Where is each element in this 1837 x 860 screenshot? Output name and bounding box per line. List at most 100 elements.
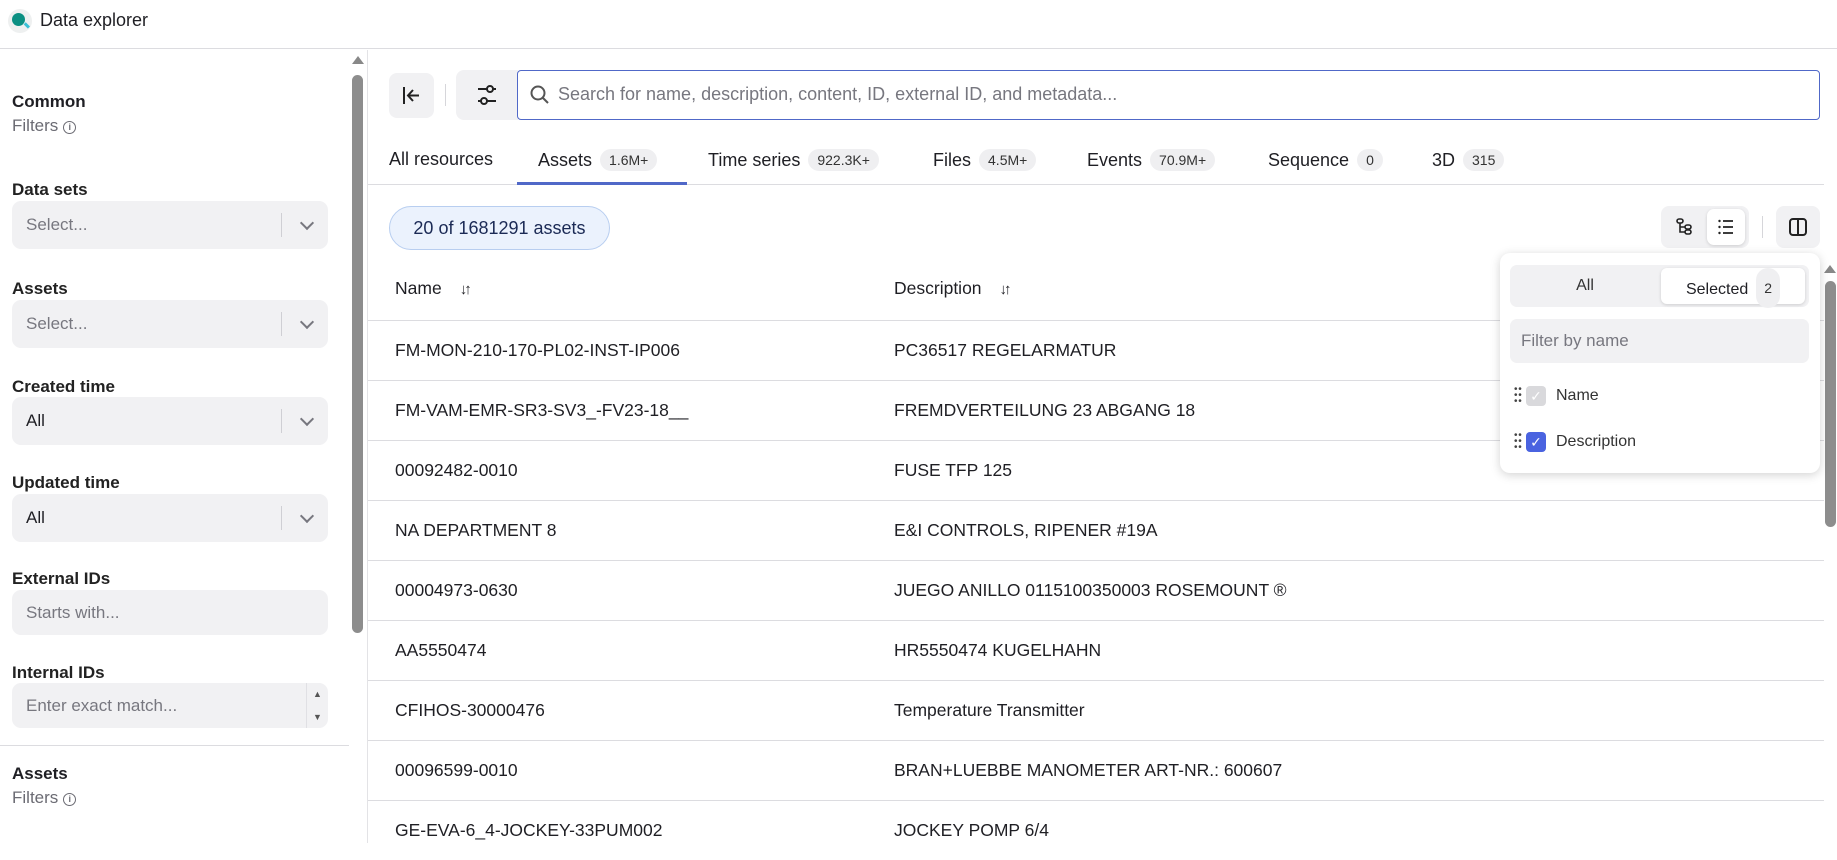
chevron-down-icon[interactable] <box>299 314 315 330</box>
view-toggle-group <box>1661 206 1749 248</box>
sidebar-scrollbar[interactable] <box>352 75 363 633</box>
column-header-label: Name <box>395 278 442 298</box>
chevron-down-icon[interactable] <box>299 215 315 231</box>
collapse-left-icon <box>403 87 419 104</box>
tab-all-resources[interactable]: All resources <box>389 149 493 170</box>
cell-name: 00004973-0630 <box>395 580 518 600</box>
table-row[interactable]: 00004973-0630 JUEGO ANILLO 0115100350003 … <box>368 560 1824 620</box>
info-icon[interactable]: i <box>63 121 77 134</box>
cell-description: HR5550474 KUGELHAHN <box>894 640 1102 660</box>
search-icon <box>530 85 549 104</box>
sort-icon[interactable]: ↓↑ <box>1000 281 1012 298</box>
drag-handle-icon[interactable]: • • • • • • <box>1514 384 1524 406</box>
table-row[interactable]: NA DEPARTMENT 8 E&I CONTROLS, RIPENER #19… <box>368 500 1824 560</box>
segment-all[interactable]: All <box>1510 265 1660 307</box>
select-separator <box>281 409 282 433</box>
assets-filters-subtitle: Filters i <box>12 788 77 808</box>
list-view-button[interactable] <box>1707 209 1745 245</box>
tab-count-badge: 4.5M+ <box>979 149 1037 171</box>
scroll-up-arrow-icon[interactable] <box>1824 265 1836 273</box>
chevron-down-icon[interactable] <box>299 411 315 427</box>
tab-sequence[interactable]: Sequence 0 <box>1268 149 1383 171</box>
filter-value: Select... <box>26 314 88 333</box>
selected-count-badge: 2 <box>1756 268 1781 308</box>
active-tab-indicator <box>517 182 687 185</box>
number-stepper[interactable]: ▲ ▼ <box>306 683 328 728</box>
column-picker-popover: All Selected 2 Filter by name • • • • • • ✓ N… <box>1500 253 1820 473</box>
search-placeholder: Search for name, description, content, I… <box>558 84 1118 104</box>
table-row[interactable]: 00096599-0010 BRAN+LUEBBE MANOMETER ART-N… <box>368 740 1824 800</box>
tab-label: 3D <box>1432 150 1456 170</box>
cell-description: FUSE TFP 125 <box>894 460 1013 480</box>
tab-files[interactable]: Files 4.5M+ <box>933 149 1037 171</box>
cell-name: FM-MON-210-170-PL02-INST-IP006 <box>395 340 680 360</box>
filter-value: All <box>26 411 45 430</box>
filter-label: Data sets <box>12 180 88 199</box>
toolbar-separator <box>445 84 446 106</box>
stepper-up-icon[interactable]: ▲ <box>307 683 328 706</box>
stepper-down-icon[interactable]: ▼ <box>307 706 328 729</box>
app-header: Data explorer <box>0 0 1837 49</box>
filter-select[interactable]: Select... <box>12 201 328 249</box>
app-title: Data explorer <box>40 10 149 30</box>
checkbox-checked[interactable]: ✓ <box>1526 431 1546 452</box>
split-panel-button[interactable] <box>1776 206 1820 248</box>
cell-name: CFIHOS-30000476 <box>395 700 545 720</box>
cell-name: 00096599-0010 <box>395 760 518 780</box>
search-input[interactable]: Search for name, description, content, I… <box>517 70 1820 120</box>
tab-count-badge: 922.3K+ <box>808 149 879 171</box>
collapse-sidebar-button[interactable] <box>389 73 434 118</box>
column-header-description[interactable]: Description ↓↑ <box>894 278 1012 299</box>
tab-count-badge: 315 <box>1463 149 1505 171</box>
table-row[interactable]: AA5550474 HR5550474 KUGELHAHN <box>368 620 1824 680</box>
filter-value: Enter exact match... <box>26 696 178 715</box>
cell-description: BRAN+LUEBBE MANOMETER ART-NR.: 600607 <box>894 760 1283 780</box>
column-item-name[interactable]: • • • • • • ✓ Name <box>1514 384 1599 407</box>
column-header-name[interactable]: Name ↓↑ <box>395 278 472 299</box>
scroll-up-arrow-icon[interactable] <box>352 56 364 64</box>
tree-view-button[interactable] <box>1667 210 1703 244</box>
drag-handle-icon[interactable]: • • • • • • <box>1514 430 1524 452</box>
sort-icon[interactable]: ↓↑ <box>460 281 472 298</box>
filter-value: Select... <box>26 215 88 234</box>
list-icon <box>1718 219 1733 235</box>
tab-3d[interactable]: 3D 315 <box>1432 149 1505 171</box>
column-item-label: Name <box>1556 387 1599 404</box>
chevron-down-icon[interactable] <box>299 508 315 524</box>
tab-assets[interactable]: Assets 1.6M+ <box>538 149 658 171</box>
tab-label: Sequence <box>1268 150 1350 170</box>
filter-select[interactable]: All <box>12 494 328 542</box>
filters-label: Filters <box>12 788 59 807</box>
column-item-label: Description <box>1556 433 1637 450</box>
cell-name: FM-VAM-EMR-SR3-SV3_-FV23-18__ <box>395 400 689 420</box>
cell-description: E&I CONTROLS, RIPENER #19A <box>894 520 1158 540</box>
segment-selected-label: Selected <box>1685 281 1749 298</box>
filter-input[interactable]: Starts with... <box>12 590 328 635</box>
filter-select[interactable]: All <box>12 397 328 445</box>
tab-count-badge: 70.9M+ <box>1150 149 1216 171</box>
cell-name: 00092482-0010 <box>395 460 518 480</box>
filter-by-name-input[interactable]: Filter by name <box>1510 319 1809 363</box>
cell-description: JUEGO ANILLO 0115100350003 ROSEMOUNT ® <box>894 580 1287 600</box>
tab-time-series[interactable]: Time series 922.3K+ <box>708 149 879 171</box>
filter-select[interactable]: Select... <box>12 300 328 348</box>
columns-panel-icon <box>1789 218 1807 236</box>
tab-events[interactable]: Events 70.9M+ <box>1087 149 1216 171</box>
filter-label: Assets <box>12 279 68 298</box>
table-scrollbar[interactable] <box>1825 281 1836 527</box>
filter-value: Starts with... <box>26 603 120 622</box>
filters-label: Filters <box>12 116 59 135</box>
cell-description: PC36517 REGELARMATUR <box>894 340 1117 360</box>
filter-input[interactable]: Enter exact match... ▲ ▼ <box>12 683 328 728</box>
select-separator <box>281 506 282 530</box>
common-filters-subtitle: Filters i <box>12 116 77 136</box>
filter-label: Created time <box>12 377 115 396</box>
checkbox-disabled-checked: ✓ <box>1526 385 1546 406</box>
column-item-description[interactable]: • • • • • • ✓ Description <box>1514 430 1637 453</box>
info-icon[interactable]: i <box>63 793 77 806</box>
filter-toggle-button[interactable] <box>456 70 518 120</box>
table-row[interactable]: CFIHOS-30000476 Temperature Transmitter <box>368 680 1824 740</box>
table-row[interactable]: GE-EVA-6_4-JOCKEY-33PUM002 JOCKEY POMP 6/… <box>368 800 1824 860</box>
toolbar-separator <box>1762 216 1763 238</box>
segment-selected[interactable]: Selected 2 <box>1661 268 1805 308</box>
